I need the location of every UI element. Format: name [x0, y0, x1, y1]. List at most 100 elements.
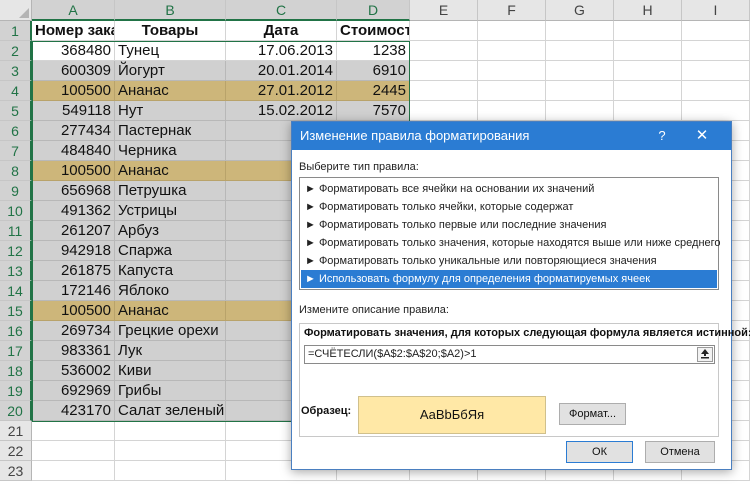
- column-header-h[interactable]: H: [614, 0, 682, 21]
- cell-cost[interactable]: 2445: [337, 81, 410, 101]
- row-header-22[interactable]: 22: [0, 441, 32, 461]
- cell-product[interactable]: Устрицы: [115, 201, 226, 221]
- row-header-23[interactable]: 23: [0, 461, 32, 481]
- empty-cell[interactable]: [546, 21, 614, 41]
- empty-cell[interactable]: [614, 81, 682, 101]
- empty-cell[interactable]: [682, 41, 750, 61]
- empty-cell[interactable]: [682, 81, 750, 101]
- cell-product[interactable]: Тунец: [115, 41, 226, 61]
- column-header-g[interactable]: G: [546, 0, 614, 21]
- empty-cell[interactable]: [478, 21, 546, 41]
- empty-cell[interactable]: [115, 461, 226, 481]
- row-header-15[interactable]: 15: [0, 301, 32, 321]
- empty-cell[interactable]: [32, 421, 115, 441]
- cell-product[interactable]: Спаржа: [115, 241, 226, 261]
- header-cell[interactable]: Стоимость: [337, 21, 410, 41]
- cell-product[interactable]: Капуста: [115, 261, 226, 281]
- row-header-12[interactable]: 12: [0, 241, 32, 261]
- empty-cell[interactable]: [478, 41, 546, 61]
- cell-order-number[interactable]: 656968: [32, 181, 115, 201]
- column-header-f[interactable]: F: [478, 0, 546, 21]
- empty-cell[interactable]: [478, 81, 546, 101]
- cell-product[interactable]: Киви: [115, 361, 226, 381]
- cell-order-number[interactable]: 100500: [32, 81, 115, 101]
- row-header-4[interactable]: 4: [0, 81, 32, 101]
- empty-cell[interactable]: [32, 461, 115, 481]
- row-header-5[interactable]: 5: [0, 101, 32, 121]
- cell-order-number[interactable]: 692969: [32, 381, 115, 401]
- row-header-16[interactable]: 16: [0, 321, 32, 341]
- cancel-button[interactable]: Отмена: [645, 441, 715, 463]
- cell-product[interactable]: Яблоко: [115, 281, 226, 301]
- row-header-1[interactable]: 1: [0, 21, 32, 41]
- cell-order-number[interactable]: 269734: [32, 321, 115, 341]
- cell-order-number[interactable]: 277434: [32, 121, 115, 141]
- empty-cell[interactable]: [682, 21, 750, 41]
- cell-order-number[interactable]: 536002: [32, 361, 115, 381]
- column-header-c[interactable]: C: [226, 0, 337, 21]
- empty-cell[interactable]: [546, 101, 614, 121]
- cell-order-number[interactable]: 983361: [32, 341, 115, 361]
- cell-product[interactable]: Грибы: [115, 381, 226, 401]
- empty-cell[interactable]: [115, 421, 226, 441]
- cell-date[interactable]: 27.01.2012: [226, 81, 337, 101]
- cell-product[interactable]: Салат зеленый: [115, 401, 226, 421]
- empty-cell[interactable]: [682, 101, 750, 121]
- empty-cell[interactable]: [410, 21, 478, 41]
- cell-date[interactable]: 15.02.2012: [226, 101, 337, 121]
- cell-date[interactable]: 20.01.2014: [226, 61, 337, 81]
- row-header-9[interactable]: 9: [0, 181, 32, 201]
- column-header-a[interactable]: A: [32, 0, 115, 21]
- rule-type-item[interactable]: ► Форматировать только уникальные или по…: [301, 252, 717, 270]
- cell-product[interactable]: Лук: [115, 341, 226, 361]
- column-header-d[interactable]: D: [337, 0, 410, 21]
- cell-order-number[interactable]: 423170: [32, 401, 115, 421]
- select-all-corner[interactable]: [0, 0, 32, 21]
- cell-order-number[interactable]: 261207: [32, 221, 115, 241]
- row-header-13[interactable]: 13: [0, 261, 32, 281]
- empty-cell[interactable]: [410, 101, 478, 121]
- empty-cell[interactable]: [614, 21, 682, 41]
- rule-type-item[interactable]: ► Использовать формулу для определения ф…: [301, 270, 717, 288]
- cell-order-number[interactable]: 549118: [32, 101, 115, 121]
- rule-type-item[interactable]: ► Форматировать только первые или послед…: [301, 216, 717, 234]
- header-cell[interactable]: Товары: [115, 21, 226, 41]
- cell-product[interactable]: Арбуз: [115, 221, 226, 241]
- empty-cell[interactable]: [546, 61, 614, 81]
- formula-input[interactable]: =СЧЁТЕСЛИ($A$2:$A$20;$A2)>1: [304, 345, 715, 364]
- row-header-21[interactable]: 21: [0, 421, 32, 441]
- row-header-19[interactable]: 19: [0, 381, 32, 401]
- cell-order-number[interactable]: 100500: [32, 301, 115, 321]
- row-header-11[interactable]: 11: [0, 221, 32, 241]
- empty-cell[interactable]: [614, 41, 682, 61]
- cell-cost[interactable]: 6910: [337, 61, 410, 81]
- row-header-18[interactable]: 18: [0, 361, 32, 381]
- cell-order-number[interactable]: 484840: [32, 141, 115, 161]
- row-header-3[interactable]: 3: [0, 61, 32, 81]
- empty-cell[interactable]: [410, 41, 478, 61]
- ok-button[interactable]: ОК: [566, 441, 633, 463]
- cell-order-number[interactable]: 600309: [32, 61, 115, 81]
- cell-product[interactable]: Грецкие орехи: [115, 321, 226, 341]
- row-header-2[interactable]: 2: [0, 41, 32, 61]
- cell-order-number[interactable]: 100500: [32, 161, 115, 181]
- cell-cost[interactable]: 1238: [337, 41, 410, 61]
- rule-type-item[interactable]: ► Форматировать только ячейки, которые с…: [301, 198, 717, 216]
- empty-cell[interactable]: [32, 441, 115, 461]
- empty-cell[interactable]: [410, 81, 478, 101]
- empty-cell[interactable]: [682, 61, 750, 81]
- empty-cell[interactable]: [410, 61, 478, 81]
- row-header-20[interactable]: 20: [0, 401, 32, 421]
- cell-order-number[interactable]: 261875: [32, 261, 115, 281]
- row-header-6[interactable]: 6: [0, 121, 32, 141]
- empty-cell[interactable]: [115, 441, 226, 461]
- row-header-8[interactable]: 8: [0, 161, 32, 181]
- empty-cell[interactable]: [614, 101, 682, 121]
- cell-product[interactable]: Петрушка: [115, 181, 226, 201]
- column-header-i[interactable]: I: [682, 0, 750, 21]
- cell-product[interactable]: Йогурт: [115, 61, 226, 81]
- format-button[interactable]: Формат...: [559, 403, 626, 425]
- empty-cell[interactable]: [546, 81, 614, 101]
- collapse-dialog-icon[interactable]: [697, 347, 713, 362]
- empty-cell[interactable]: [546, 41, 614, 61]
